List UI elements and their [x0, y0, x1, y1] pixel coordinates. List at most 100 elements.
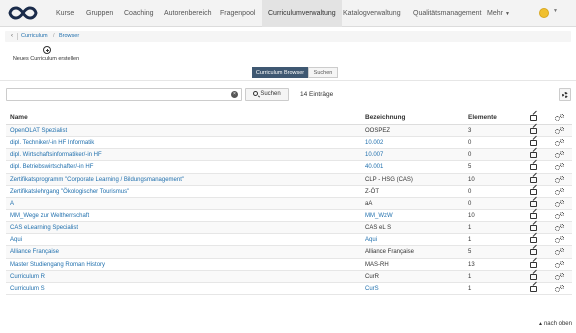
- table-row: OpenOLAT Spezialist OOSPEZ 3: [6, 125, 572, 138]
- row-name-link[interactable]: Curriculum R: [10, 271, 45, 283]
- row-bezeichnung: CLP - HSG (CAS): [365, 176, 413, 183]
- nav-item-autorenbereich[interactable]: Autorenbereich: [164, 0, 211, 27]
- edit-icon[interactable]: [530, 273, 537, 280]
- edit-icon[interactable]: [530, 225, 537, 232]
- edit-icon[interactable]: [530, 261, 537, 268]
- header-elemente[interactable]: Elemente: [468, 111, 497, 125]
- table-row: Curriculum R CurR 1: [6, 270, 572, 283]
- gears-icon[interactable]: [555, 127, 565, 135]
- new-curriculum-button[interactable]: Neues Curriculum erstellen: [6, 46, 86, 64]
- clear-search-icon[interactable]: ×: [231, 91, 238, 98]
- row-name-link[interactable]: A: [10, 198, 14, 210]
- edit-icon[interactable]: [530, 249, 537, 256]
- search-input[interactable]: [6, 88, 242, 101]
- table-row: dipl. Betriebswirtschafter/-in HF 40.001 5: [6, 161, 572, 174]
- row-name-link[interactable]: dipl. Wirtschaftsinformatiker/-in HF: [10, 149, 102, 161]
- table-settings-button[interactable]: [559, 88, 571, 101]
- nav-item-mehr[interactable]: Mehr ▼: [487, 0, 510, 27]
- row-name-link[interactable]: CAS eLearning Specialist: [10, 222, 78, 234]
- row-bezeichnung[interactable]: 40.001: [365, 161, 383, 173]
- gears-icon[interactable]: [555, 187, 565, 196]
- gears-icon[interactable]: [555, 224, 565, 232]
- row-name-link[interactable]: Zertifikatsprogramm "Corporate Learning …: [10, 174, 184, 186]
- breadcrumb-item-browser[interactable]: Browser: [59, 31, 79, 42]
- breadcrumb-separator: [17, 33, 18, 40]
- nav-item-gruppen[interactable]: Gruppen: [86, 0, 113, 27]
- row-elemente: 1: [468, 285, 472, 292]
- plus-circle-icon: [43, 46, 51, 54]
- edit-icon[interactable]: [530, 176, 537, 183]
- edit-icon[interactable]: [530, 212, 537, 219]
- table-body: OpenOLAT Spezialist OOSPEZ 3 dipl. Technike…: [6, 125, 572, 295]
- edit-icon[interactable]: [530, 152, 537, 159]
- nav-item-kurse[interactable]: Kurse: [56, 0, 74, 27]
- row-bezeichnung[interactable]: 10.007: [365, 149, 383, 161]
- caret-down-icon: ▼: [553, 8, 558, 14]
- openolat-logo-icon[interactable]: [8, 5, 38, 21]
- nav-item-qualitaetsmanagement[interactable]: Qualitätsmanagement: [413, 0, 481, 27]
- search-icon: [253, 90, 259, 96]
- nav-item-curriculumverwaltung[interactable]: Curriculumverwaltung: [262, 0, 342, 27]
- row-bezeichnung: OOSPEZ: [365, 128, 391, 134]
- back-chevron-icon[interactable]: ‹: [8, 31, 16, 42]
- edit-icon[interactable]: [530, 200, 537, 207]
- table-row: Zertifikatslehrgang "Ökologischer Touris…: [6, 186, 572, 198]
- curriculum-table: Name Bezeichnung Elemente OpenOLAT Spezi…: [6, 111, 572, 295]
- edit-icon[interactable]: [530, 285, 537, 292]
- gear-icon: [562, 92, 568, 98]
- new-curriculum-label: Neues Curriculum erstellen: [12, 56, 80, 62]
- nav-item-fragenpool[interactable]: Fragenpool: [220, 0, 255, 27]
- row-name-link[interactable]: dipl. Betriebswirtschafter/-in HF: [10, 161, 93, 173]
- row-elemente: 1: [468, 273, 472, 280]
- row-elemente: 1: [468, 225, 472, 232]
- row-name-link[interactable]: Zertifikatslehrgang "Ökologischer Touris…: [10, 186, 129, 198]
- gears-icon[interactable]: [555, 236, 565, 244]
- gears-icon[interactable]: [555, 211, 565, 220]
- edit-icon[interactable]: [530, 188, 537, 195]
- row-bezeichnung[interactable]: 10.002: [365, 137, 383, 149]
- row-elemente: 10: [468, 176, 475, 183]
- row-bezeichnung[interactable]: MM_WzW: [365, 210, 393, 222]
- tab-suchen[interactable]: Suchen: [308, 67, 338, 78]
- tab-curriculum-browser[interactable]: Curriculum Browser: [252, 67, 308, 78]
- gears-icon[interactable]: [555, 163, 565, 171]
- row-bezeichnung: aA: [365, 200, 373, 207]
- gears-icon[interactable]: [555, 199, 565, 208]
- gears-icon[interactable]: [555, 248, 565, 256]
- row-name-link[interactable]: Aqui: [10, 234, 22, 246]
- row-name-link[interactable]: Curriculum S: [10, 283, 45, 295]
- row-name-link[interactable]: MM_Wege zur Weltherrschaft: [10, 210, 89, 222]
- edit-icon[interactable]: [530, 128, 537, 134]
- search-button[interactable]: Suchen: [245, 88, 289, 101]
- header-bezeichnung[interactable]: Bezeichnung: [365, 111, 405, 125]
- row-name-link[interactable]: Master Studiengang Roman History: [10, 259, 105, 271]
- user-menu[interactable]: ▼: [537, 7, 563, 19]
- row-name-link[interactable]: dipl. Techniker/-in HF Informatik: [10, 137, 94, 149]
- breadcrumb-divider: /: [53, 33, 55, 39]
- nav-item-katalogverwaltung[interactable]: Katalogverwaltung: [343, 0, 401, 27]
- row-bezeichnung[interactable]: CurS: [365, 283, 379, 295]
- breadcrumb-item-curriculum[interactable]: Curriculum: [21, 31, 48, 42]
- table-row: dipl. Wirtschaftsinformatiker/-in HF 10.0…: [6, 149, 572, 162]
- nav-item-coaching[interactable]: Coaching: [124, 0, 154, 27]
- row-name-link[interactable]: Alliance Française: [10, 246, 59, 258]
- row-elemente: 5: [468, 249, 472, 256]
- table-row: Aqui Aqui 1: [6, 234, 572, 247]
- gears-icon[interactable]: [555, 151, 565, 159]
- edit-icon[interactable]: [530, 237, 537, 244]
- back-to-top-link[interactable]: ▲nach oben: [538, 321, 572, 327]
- table-row: Curriculum S CurS 1: [6, 283, 572, 295]
- gears-icon[interactable]: [555, 260, 565, 269]
- gears-icon[interactable]: [555, 139, 565, 147]
- row-bezeichnung[interactable]: Aqui: [365, 234, 377, 246]
- edit-icon[interactable]: [530, 164, 537, 171]
- edit-icon[interactable]: [530, 140, 537, 147]
- gears-icon[interactable]: [555, 284, 565, 293]
- gears-icon[interactable]: [555, 175, 565, 184]
- table-row: Zertifikatsprogramm "Corporate Learning …: [6, 173, 572, 186]
- header-name[interactable]: Name: [10, 111, 28, 125]
- row-name-link[interactable]: OpenOLAT Spezialist: [10, 125, 67, 137]
- gears-icon[interactable]: [555, 272, 565, 281]
- row-elemente: 0: [468, 152, 472, 159]
- entry-count: 14 Einträge: [300, 91, 334, 98]
